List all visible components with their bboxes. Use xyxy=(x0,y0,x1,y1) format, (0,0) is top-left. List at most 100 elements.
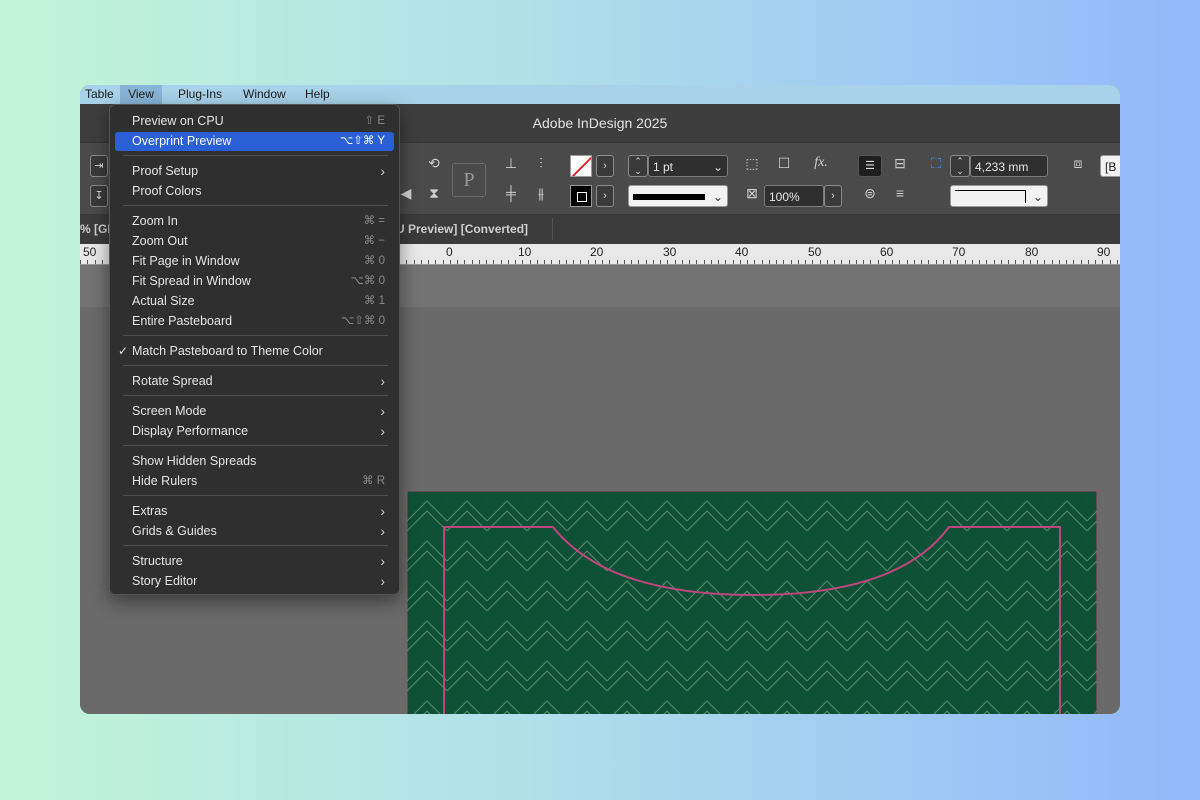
crop-icon[interactable]: ⧈ xyxy=(1068,155,1088,172)
ruler-tick xyxy=(508,260,509,264)
dimension-stepper[interactable]: ⌃ ⌄ xyxy=(950,155,970,177)
placeholder-frame-icon[interactable]: P xyxy=(452,163,486,197)
menu-item-screen-mode[interactable]: Screen Mode › xyxy=(115,402,394,421)
ruler-tick xyxy=(421,260,422,264)
stroke-weight-stepper[interactable]: ⌃ ⌄ xyxy=(628,155,648,177)
tab-divider xyxy=(552,218,553,240)
menu-separator xyxy=(123,545,388,546)
wrap-jump-icon[interactable]: ≡ xyxy=(890,185,910,201)
ruler-tick xyxy=(907,260,908,264)
chevron-right-icon: › xyxy=(380,553,385,569)
menu-window[interactable]: Window xyxy=(238,85,291,104)
clip-field[interactable]: [B xyxy=(1100,155,1120,177)
menu-item-grids-guides[interactable]: Grids & Guides › xyxy=(115,522,394,541)
ruler-tick xyxy=(718,260,719,264)
menu-item-label: Proof Colors xyxy=(132,184,202,198)
menu-view[interactable]: View xyxy=(120,85,162,104)
wrap-bounding-icon[interactable]: ⊟ xyxy=(890,155,910,172)
ruler-label: 90 xyxy=(1097,245,1111,259)
ruler-tick xyxy=(501,260,502,264)
reference-point-icon[interactable]: ⛶ xyxy=(926,155,946,172)
menu-item-story-editor[interactable]: Story Editor › xyxy=(115,572,394,591)
align-center-icon[interactable]: ╪ xyxy=(502,185,520,201)
effects-fx-icon[interactable]: fx. xyxy=(808,155,834,171)
ruler-tick xyxy=(515,260,516,264)
menu-item-match-pasteboard[interactable]: ✓ Match Pasteboard to Theme Color xyxy=(115,342,394,361)
stroke-swatch[interactable] xyxy=(570,185,592,207)
fill-frame-icon[interactable]: ☐ xyxy=(774,155,794,172)
ruler-tick xyxy=(588,260,589,264)
chevron-right-icon: › xyxy=(380,523,385,539)
menu-separator xyxy=(123,365,388,366)
menu-item-zoom-in[interactable]: Zoom In ⌘ = xyxy=(115,212,394,231)
chevron-down-icon: ⌄ xyxy=(712,160,723,174)
ruler-tick xyxy=(863,260,864,264)
distribute-icon[interactable]: ⫶ xyxy=(530,155,552,172)
ruler-tick xyxy=(689,260,690,264)
ruler-tick xyxy=(849,260,850,264)
menu-item-fit-spread[interactable]: Fit Spread in Window ⌥⌘ 0 xyxy=(115,272,394,291)
menu-item-zoom-out[interactable]: Zoom Out ⌘ − xyxy=(115,232,394,251)
fill-none-swatch[interactable] xyxy=(570,155,592,177)
ruler-tick xyxy=(950,260,951,264)
menu-item-fit-page[interactable]: Fit Page in Window ⌘ 0 xyxy=(115,252,394,271)
ruler-tick xyxy=(486,260,487,264)
rotate-icon[interactable]: ⟲ xyxy=(423,155,445,172)
menu-item-shortcut: ⌘ 0 xyxy=(363,255,385,267)
menu-item-label: Proof Setup xyxy=(132,164,199,178)
ruler-tick xyxy=(1095,260,1096,264)
ruler-tick xyxy=(754,260,755,264)
ruler-tick xyxy=(1023,260,1024,264)
ruler-tick xyxy=(573,260,574,264)
menu-item-rotate-spread[interactable]: Rotate Spread › xyxy=(115,372,394,391)
opacity-arrow-button[interactable]: › xyxy=(824,185,842,207)
menu-item-entire-pasteboard[interactable]: Entire Pasteboard ⌥⇧⌘ 0 xyxy=(115,312,394,331)
document-page[interactable] xyxy=(407,491,1097,714)
menu-item-extras[interactable]: Extras › xyxy=(115,502,394,521)
distribute-center-icon[interactable]: ⫵ xyxy=(530,185,552,202)
menu-item-actual-size[interactable]: Actual Size ⌘ 1 xyxy=(115,292,394,311)
menu-separator xyxy=(123,335,388,336)
menu-item-hide-rulers[interactable]: Hide Rulers ⌘ R xyxy=(115,472,394,491)
align-bottom-icon[interactable]: ↧ xyxy=(90,185,108,207)
ruler-tick xyxy=(899,260,900,264)
menu-item-shortcut: ⌥⇧⌘ 0 xyxy=(341,315,385,327)
corner-shape-select[interactable]: ⌄ xyxy=(950,185,1048,207)
menu-item-preview-on-cpu[interactable]: Preview on CPU ⇧ E xyxy=(115,112,394,131)
wrap-around-icon[interactable]: ☰ xyxy=(858,155,882,177)
ruler-label: 60 xyxy=(880,245,894,259)
stroke-weight-field[interactable]: 1 pt ⌄ xyxy=(648,155,728,177)
tab-converted[interactable]: U Preview] [Converted] xyxy=(396,214,528,244)
ruler-label: 80 xyxy=(1025,245,1039,259)
menu-item-shortcut: ⌘ − xyxy=(363,235,385,247)
wrap-object-icon[interactable]: ⊜ xyxy=(860,185,880,202)
stroke-type-select[interactable]: ⌄ xyxy=(628,185,728,207)
ruler-tick xyxy=(1015,260,1016,264)
menu-item-label: Entire Pasteboard xyxy=(132,314,233,328)
ruler-tick xyxy=(87,260,88,264)
chevron-right-icon: › xyxy=(380,163,385,179)
menu-plug-ins[interactable]: Plug-Ins xyxy=(173,85,227,104)
ruler-tick xyxy=(450,260,451,264)
text-frame-icon[interactable]: ⇥ xyxy=(90,155,108,177)
opacity-field[interactable]: 100% xyxy=(764,185,824,207)
menu-item-display-performance[interactable]: Display Performance › xyxy=(115,422,394,441)
fit-frame-icon[interactable]: ⬚ xyxy=(742,155,762,172)
menu-table[interactable]: Table xyxy=(80,85,119,104)
flip-left-icon[interactable]: ◀ xyxy=(400,185,412,202)
fill-arrow-button[interactable]: › xyxy=(596,155,614,177)
menu-item-structure[interactable]: Structure › xyxy=(115,552,394,571)
align-top-icon[interactable]: ⊥ xyxy=(502,155,520,172)
menu-item-show-hidden-spreads[interactable]: Show Hidden Spreads xyxy=(115,452,394,471)
chevron-right-icon: › xyxy=(380,403,385,419)
stroke-value-field[interactable]: 4,233 mm xyxy=(970,155,1048,177)
menu-item-proof-setup[interactable]: Proof Setup › xyxy=(115,162,394,181)
ruler-tick xyxy=(682,260,683,264)
menu-help[interactable]: Help xyxy=(300,85,335,104)
menu-item-overprint-preview[interactable]: Overprint Preview ⌥⇧⌘ Y xyxy=(115,132,394,151)
ruler-tick xyxy=(696,260,697,264)
stroke-arrow-button[interactable]: › xyxy=(596,185,614,207)
flip-vertical-icon[interactable]: ⧗ xyxy=(423,185,445,202)
menu-item-label: Zoom Out xyxy=(132,234,188,248)
menu-item-proof-colors[interactable]: Proof Colors xyxy=(115,182,394,201)
